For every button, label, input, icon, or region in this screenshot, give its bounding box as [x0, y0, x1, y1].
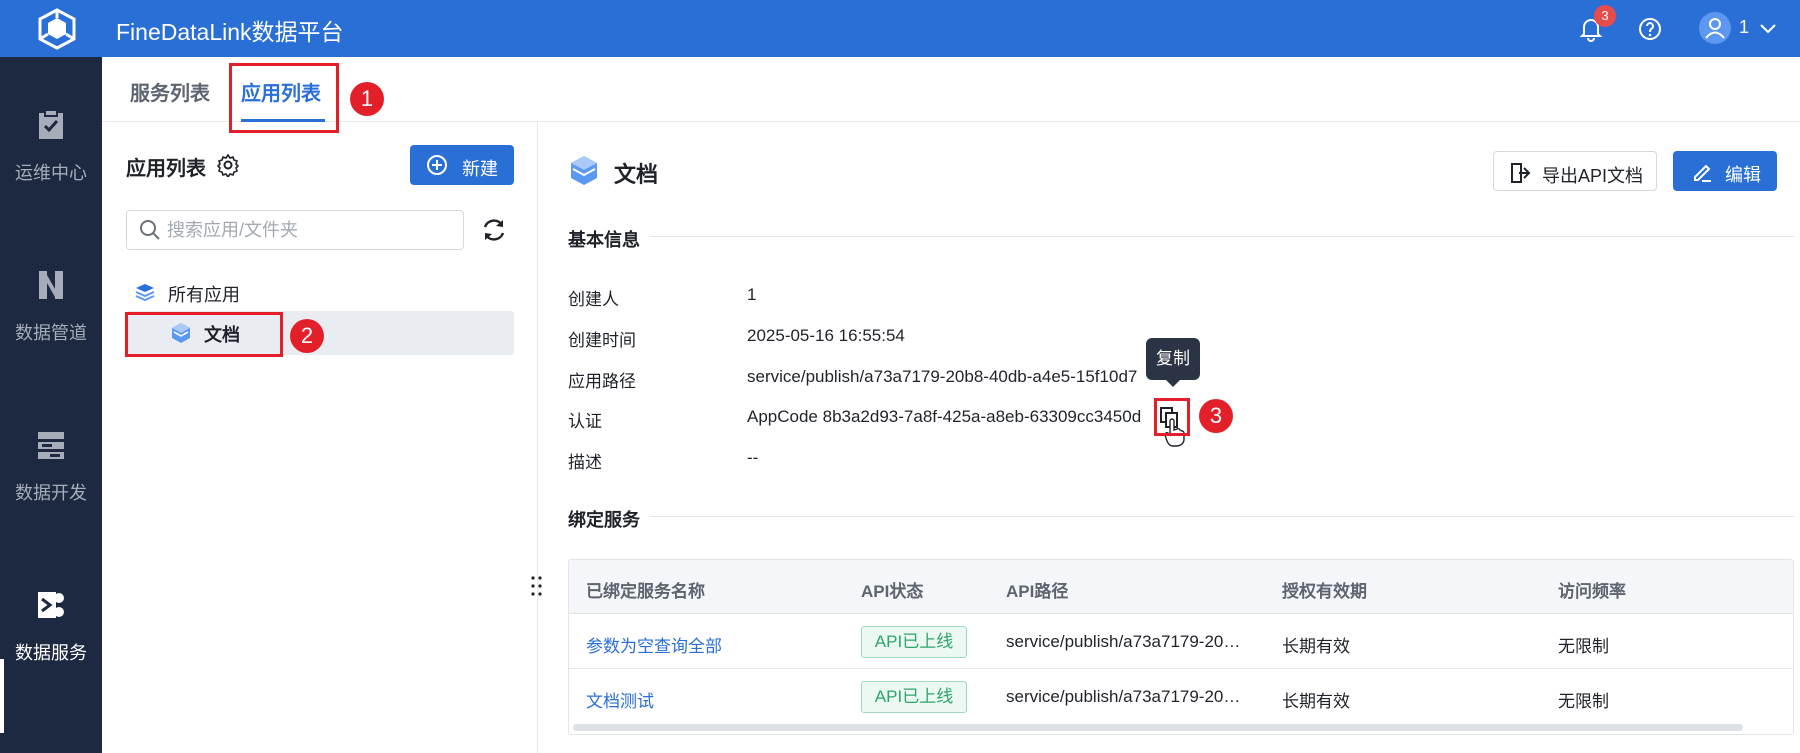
development-icon — [38, 432, 64, 459]
edit-button[interactable]: 编辑 — [1673, 151, 1777, 191]
divider — [650, 236, 1794, 237]
nav-item-data-development[interactable]: 数据开发 — [0, 429, 102, 529]
table-row: 参数为空查询全部 API已上线 service/publish/a73a7179… — [569, 615, 1793, 669]
plus-circle-icon — [427, 155, 447, 175]
app-title: FineDataLink数据平台 — [116, 19, 344, 45]
horizontal-scrollbar[interactable] — [573, 724, 1743, 731]
column-header: 已绑定服务名称 — [586, 582, 705, 601]
help-icon[interactable] — [1637, 16, 1663, 42]
column-header: 访问频率 — [1558, 582, 1626, 601]
status-badge: API已上线 — [861, 626, 967, 658]
divider — [650, 516, 1794, 517]
bound-services-title: 绑定服务 — [568, 510, 640, 530]
search-icon — [140, 220, 160, 240]
column-header: API状态 — [861, 582, 924, 601]
field-label: 应用路径 — [568, 372, 636, 391]
column-header: 授权有效期 — [1282, 582, 1367, 601]
tree-item-label: 所有应用 — [168, 285, 240, 305]
export-button-label: 导出API文档 — [1542, 166, 1644, 186]
nav-label: 数据开发 — [15, 483, 87, 503]
field-label: 认证 — [568, 412, 602, 431]
status-badge: API已上线 — [861, 681, 967, 713]
search-input[interactable] — [167, 217, 447, 243]
tooltip-arrow — [1166, 380, 1180, 387]
new-button-label: 新建 — [462, 159, 498, 179]
edit-button-label: 编辑 — [1725, 165, 1761, 185]
top-bar: FineDataLink数据平台 3 1 — [0, 0, 1800, 57]
table-header: 已绑定服务名称 API状态 API路径 授权有效期 访问频率 — [569, 560, 1793, 614]
gear-icon[interactable] — [216, 153, 240, 177]
nav-item-data-service[interactable]: 数据服务 — [0, 589, 102, 689]
tab-service-list[interactable]: 服务列表 — [130, 77, 210, 106]
column-header: API路径 — [1006, 582, 1069, 601]
avatar[interactable] — [1699, 12, 1731, 44]
app-list-panel: 应用列表 新建 所有应用 — [102, 122, 538, 753]
nav-label: 数据服务 — [15, 643, 87, 663]
clipboard-check-icon — [39, 109, 63, 139]
annotation-step-1: 1 — [350, 82, 384, 116]
validity-cell: 长期有效 — [1282, 637, 1350, 656]
notification-badge: 3 — [1594, 5, 1616, 27]
pencil-icon — [1694, 164, 1711, 182]
created-time-value: 2025-05-16 16:55:54 — [747, 326, 905, 345]
left-nav: 运维中心 数据管道 数据开发 数据服务 — [0, 57, 102, 753]
app-path-value: service/publish/a73a7179-20b8-40db-a4e5-… — [747, 367, 1138, 386]
annotation-step-2: 2 — [290, 319, 324, 353]
chevron-down-icon[interactable] — [1758, 18, 1778, 38]
panel-title: 应用列表 — [126, 158, 206, 180]
refresh-icon[interactable] — [480, 216, 508, 244]
app-title: 文档 — [614, 162, 659, 187]
nav-active-indicator — [0, 659, 4, 733]
annotation-box-3 — [1154, 398, 1190, 436]
nav-item-data-pipeline[interactable]: 数据管道 — [0, 269, 102, 369]
app-logo-icon — [38, 8, 76, 50]
auth-value: AppCode 8b3a2d93-7a8f-425a-a8eb-63309cc3… — [747, 407, 1142, 426]
nav-label: 运维中心 — [15, 163, 87, 183]
field-label: 描述 — [568, 453, 602, 472]
user-name[interactable]: 1 — [1739, 17, 1749, 38]
nav-label: 数据管道 — [15, 323, 87, 343]
data-service-icon — [38, 592, 64, 618]
field-label: 创建人 — [568, 290, 619, 309]
table-row: 文档测试 API已上线 service/publish/a73a7179-20…… — [569, 670, 1793, 724]
api-path-cell: service/publish/a73a7179-20… — [1006, 687, 1241, 706]
api-path-cell: service/publish/a73a7179-20… — [1006, 632, 1241, 651]
search-box — [126, 210, 464, 250]
export-api-doc-button[interactable]: 导出API文档 — [1493, 151, 1657, 191]
validity-cell: 长期有效 — [1282, 692, 1350, 711]
annotation-step-3: 3 — [1199, 399, 1233, 433]
annotation-box-2 — [125, 312, 283, 357]
pipeline-icon — [39, 271, 63, 299]
service-name-link[interactable]: 文档测试 — [586, 687, 654, 712]
layers-icon — [135, 284, 155, 302]
description-value: -- — [747, 448, 759, 467]
service-name-link[interactable]: 参数为空查询全部 — [586, 632, 722, 657]
bound-services-table: 已绑定服务名称 API状态 API路径 授权有效期 访问频率 参数为空查询全部 … — [568, 559, 1794, 735]
user-icon — [1705, 18, 1725, 39]
export-icon — [1511, 163, 1531, 183]
new-button[interactable]: 新建 — [410, 145, 514, 185]
copy-tooltip: 复制 — [1146, 338, 1200, 380]
app-detail: 文档 导出API文档 编辑 基本信息 创建人 1 创建时间 2025-05-16… — [538, 122, 1800, 753]
field-label: 创建时间 — [568, 331, 636, 350]
rate-cell: 无限制 — [1558, 637, 1609, 656]
cube-icon — [571, 156, 597, 185]
nav-item-ops-center[interactable]: 运维中心 — [0, 109, 102, 209]
creator-value: 1 — [747, 285, 757, 304]
rate-cell: 无限制 — [1558, 692, 1609, 711]
basic-info-title: 基本信息 — [568, 230, 640, 250]
